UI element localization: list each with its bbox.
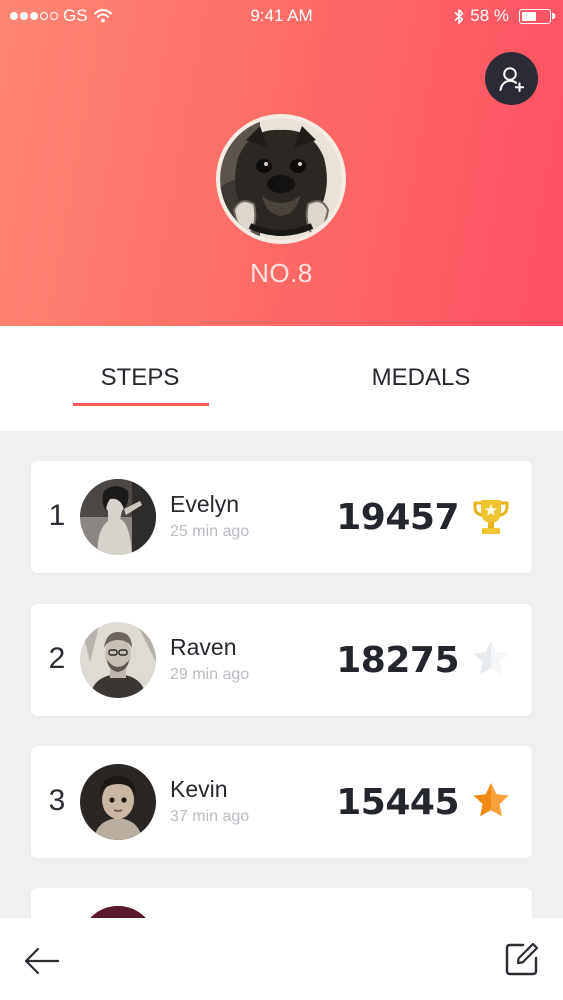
active-tab-indicator [73,403,209,406]
bottom-toolbar [0,918,563,1000]
avatar [80,764,156,840]
gold-trophy-icon [473,500,509,534]
rank-number: 3 [48,784,66,817]
bronze-star-icon [473,783,509,817]
tab-bar: STEPS MEDALS [0,326,563,431]
last-active-time: 25 min ago [170,523,250,540]
add-user-button[interactable] [485,52,538,105]
add-user-icon [499,66,524,92]
battery-icon [519,8,555,24]
battery-fill [522,11,536,21]
last-active-time: 29 min ago [170,666,250,683]
status-bar: GS 9:41 AM 58 % [0,0,563,32]
step-count: 15445 [336,782,459,823]
status-right: 58 % [454,6,555,26]
user-name: Kevin [170,776,228,802]
step-count: 19457 [336,497,459,538]
leaderboard-row[interactable]: 3 Kevin 37 min ago 15445 [31,746,532,858]
leaderboard-row[interactable]: 2 Raven 29 min ago 18275 [31,604,532,716]
battery-percentage: 58 % [470,6,509,25]
silver-star-icon [473,641,509,675]
profile-avatar[interactable] [216,114,346,244]
avatar [80,479,156,555]
step-count: 18275 [336,640,459,681]
edit-icon [505,942,539,976]
tab-medals[interactable]: MEDALS [346,364,496,392]
edit-button[interactable] [503,940,541,978]
dog-avatar-image [220,118,342,240]
arrow-left-icon [24,947,60,975]
rank-number: 1 [48,499,66,532]
rank-number: 2 [48,642,66,675]
tab-steps[interactable]: STEPS [66,364,214,392]
bluetooth-icon [454,8,464,24]
leaderboard-row[interactable]: 1 Evelyn 25 min ago 19457 [31,461,532,573]
profile-header: GS 9:41 AM 58 % NO.8 [0,0,563,326]
avatar [80,622,156,698]
user-name: Raven [170,634,237,660]
back-button[interactable] [22,940,62,980]
last-active-time: 37 min ago [170,808,250,825]
user-name: Evelyn [170,491,240,517]
user-rank: NO.8 [250,258,313,288]
